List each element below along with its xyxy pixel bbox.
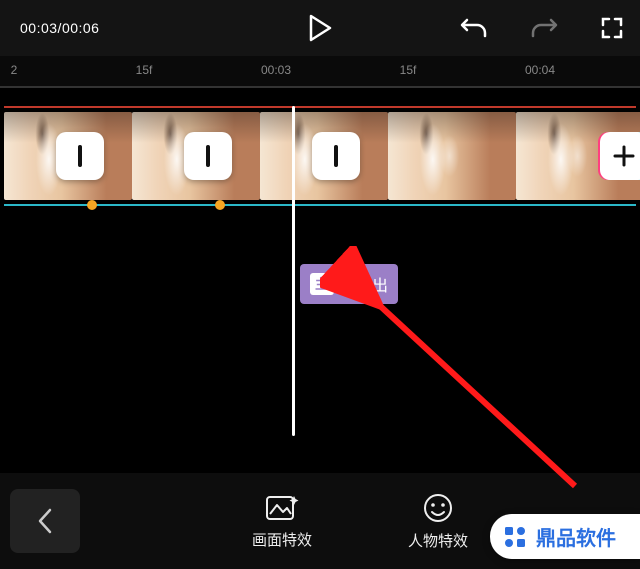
- redo-button[interactable]: [530, 16, 558, 40]
- fullscreen-icon: [600, 16, 624, 40]
- clip-track[interactable]: [0, 112, 640, 200]
- smiley-icon: [422, 492, 454, 524]
- timeline-ruler[interactable]: 2 15f 00:03 15f 00:04: [0, 56, 640, 86]
- play-button[interactable]: [308, 14, 332, 42]
- brand-badge: 鼎品软件: [490, 514, 640, 559]
- split-handle[interactable]: [184, 132, 232, 180]
- undo-icon: [460, 16, 488, 40]
- play-icon: [308, 14, 332, 42]
- ruler-tick: 15f: [136, 63, 153, 77]
- playhead[interactable]: [292, 106, 295, 436]
- split-handle[interactable]: [56, 132, 104, 180]
- undo-button[interactable]: [460, 16, 488, 40]
- brand-logo-icon: [502, 524, 528, 550]
- ruler-tick: 00:04: [525, 63, 555, 77]
- effect-tag: 主: [310, 273, 334, 295]
- time-current: 00:03: [20, 20, 58, 36]
- chevron-left-icon: [36, 506, 54, 536]
- time-total: 00:06: [62, 20, 100, 36]
- back-button[interactable]: [10, 489, 80, 553]
- keyframe-marker[interactable]: [215, 200, 225, 210]
- track-red-line: [4, 106, 636, 108]
- fullscreen-button[interactable]: [600, 16, 624, 40]
- effect-clip[interactable]: 主 灵魂出: [300, 264, 398, 304]
- redo-icon: [530, 16, 558, 40]
- face-effects-label: 人物特效: [408, 530, 468, 551]
- face-effects-button[interactable]: 人物特效: [408, 492, 468, 551]
- image-sparkle-icon: [265, 493, 299, 523]
- plus-icon: [611, 143, 637, 169]
- split-handle[interactable]: [312, 132, 360, 180]
- effect-label: 灵魂出: [340, 272, 388, 296]
- timeline-area[interactable]: 主 灵魂出: [0, 106, 640, 491]
- add-clip-button[interactable]: [600, 132, 640, 180]
- image-effects-label: 画面特效: [252, 529, 312, 550]
- ruler-tick: 15f: [400, 63, 417, 77]
- ruler-tick: 00:03: [261, 63, 291, 77]
- top-bar: 00:03/00:06: [0, 0, 640, 56]
- top-right-icons: [460, 16, 624, 40]
- image-effects-button[interactable]: 画面特效: [252, 493, 312, 550]
- divider: [0, 86, 640, 88]
- track-cyan-line: [4, 204, 636, 206]
- clip-frame[interactable]: [388, 112, 516, 200]
- time-display: 00:03/00:06: [20, 20, 99, 36]
- keyframe-marker[interactable]: [87, 200, 97, 210]
- brand-label: 鼎品软件: [536, 522, 616, 551]
- ruler-tick: 2: [11, 63, 18, 77]
